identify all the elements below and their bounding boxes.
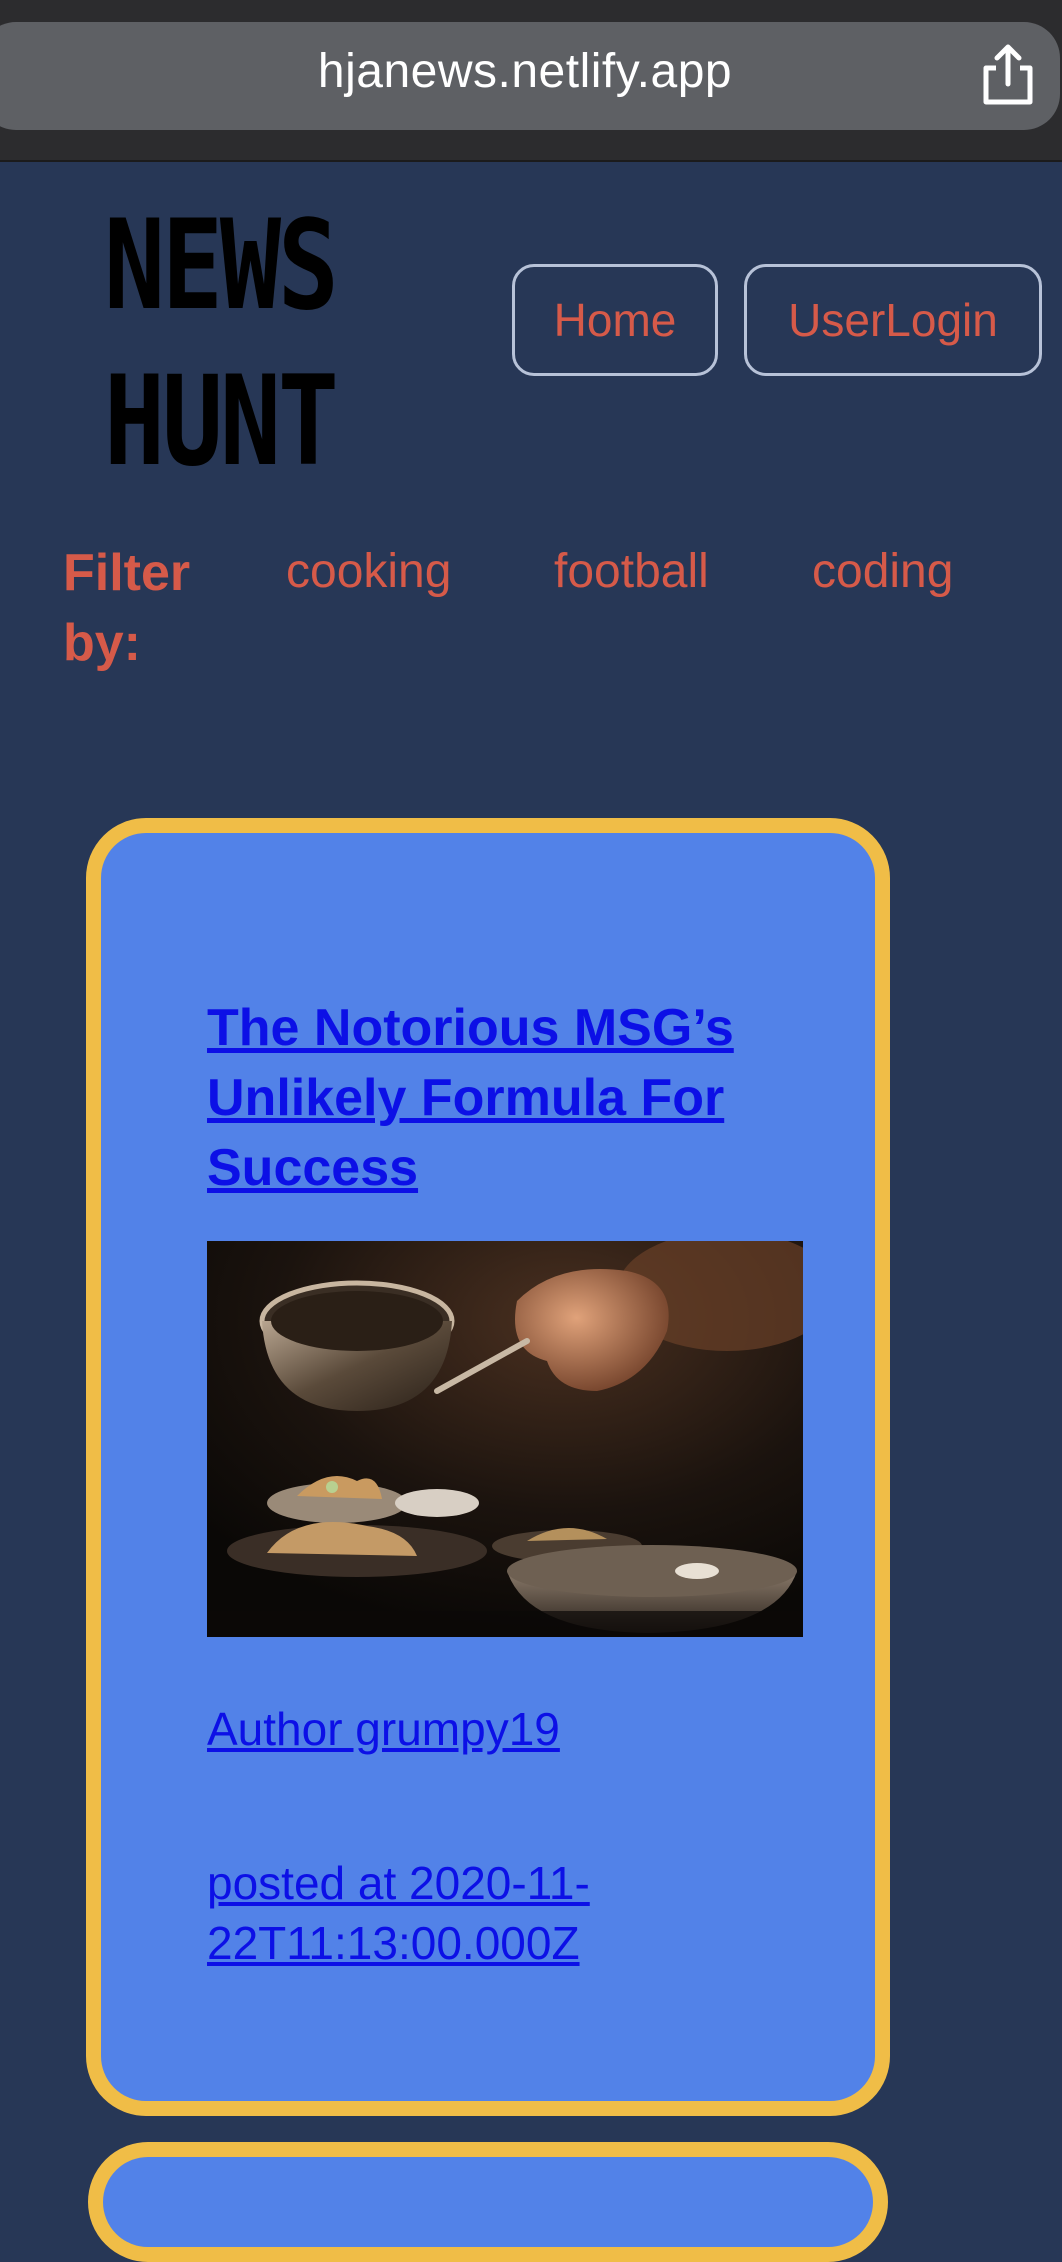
home-button[interactable]: Home — [512, 264, 718, 376]
site-logo: NEWS HUNT — [104, 194, 339, 494]
share-icon[interactable] — [978, 44, 1038, 108]
browser-toolbar: hjanews.netlify.app — [0, 0, 1062, 162]
cooking-photo — [207, 1241, 803, 1637]
filter-coding-link[interactable]: coding — [812, 540, 953, 604]
article-card — [88, 2142, 888, 2262]
article-title-link[interactable]: The Notorious MSG’s Unlikely Formula For… — [207, 993, 827, 1203]
user-login-button[interactable]: UserLogin — [744, 264, 1042, 376]
article-author-link[interactable]: Author grumpy19 — [207, 1699, 560, 1759]
article-date-link[interactable]: posted at 2020-11-22T11:13:00.000Z — [207, 1853, 807, 1973]
article-card: The Notorious MSG’s Unlikely Formula For… — [86, 818, 890, 2116]
url-text[interactable]: hjanews.netlify.app — [0, 44, 1050, 99]
article-image — [207, 1241, 803, 1637]
filter-label: Filter by: — [63, 544, 191, 672]
filter-cooking-link[interactable]: cooking — [286, 540, 451, 604]
filter-football-link[interactable]: football — [554, 540, 709, 604]
